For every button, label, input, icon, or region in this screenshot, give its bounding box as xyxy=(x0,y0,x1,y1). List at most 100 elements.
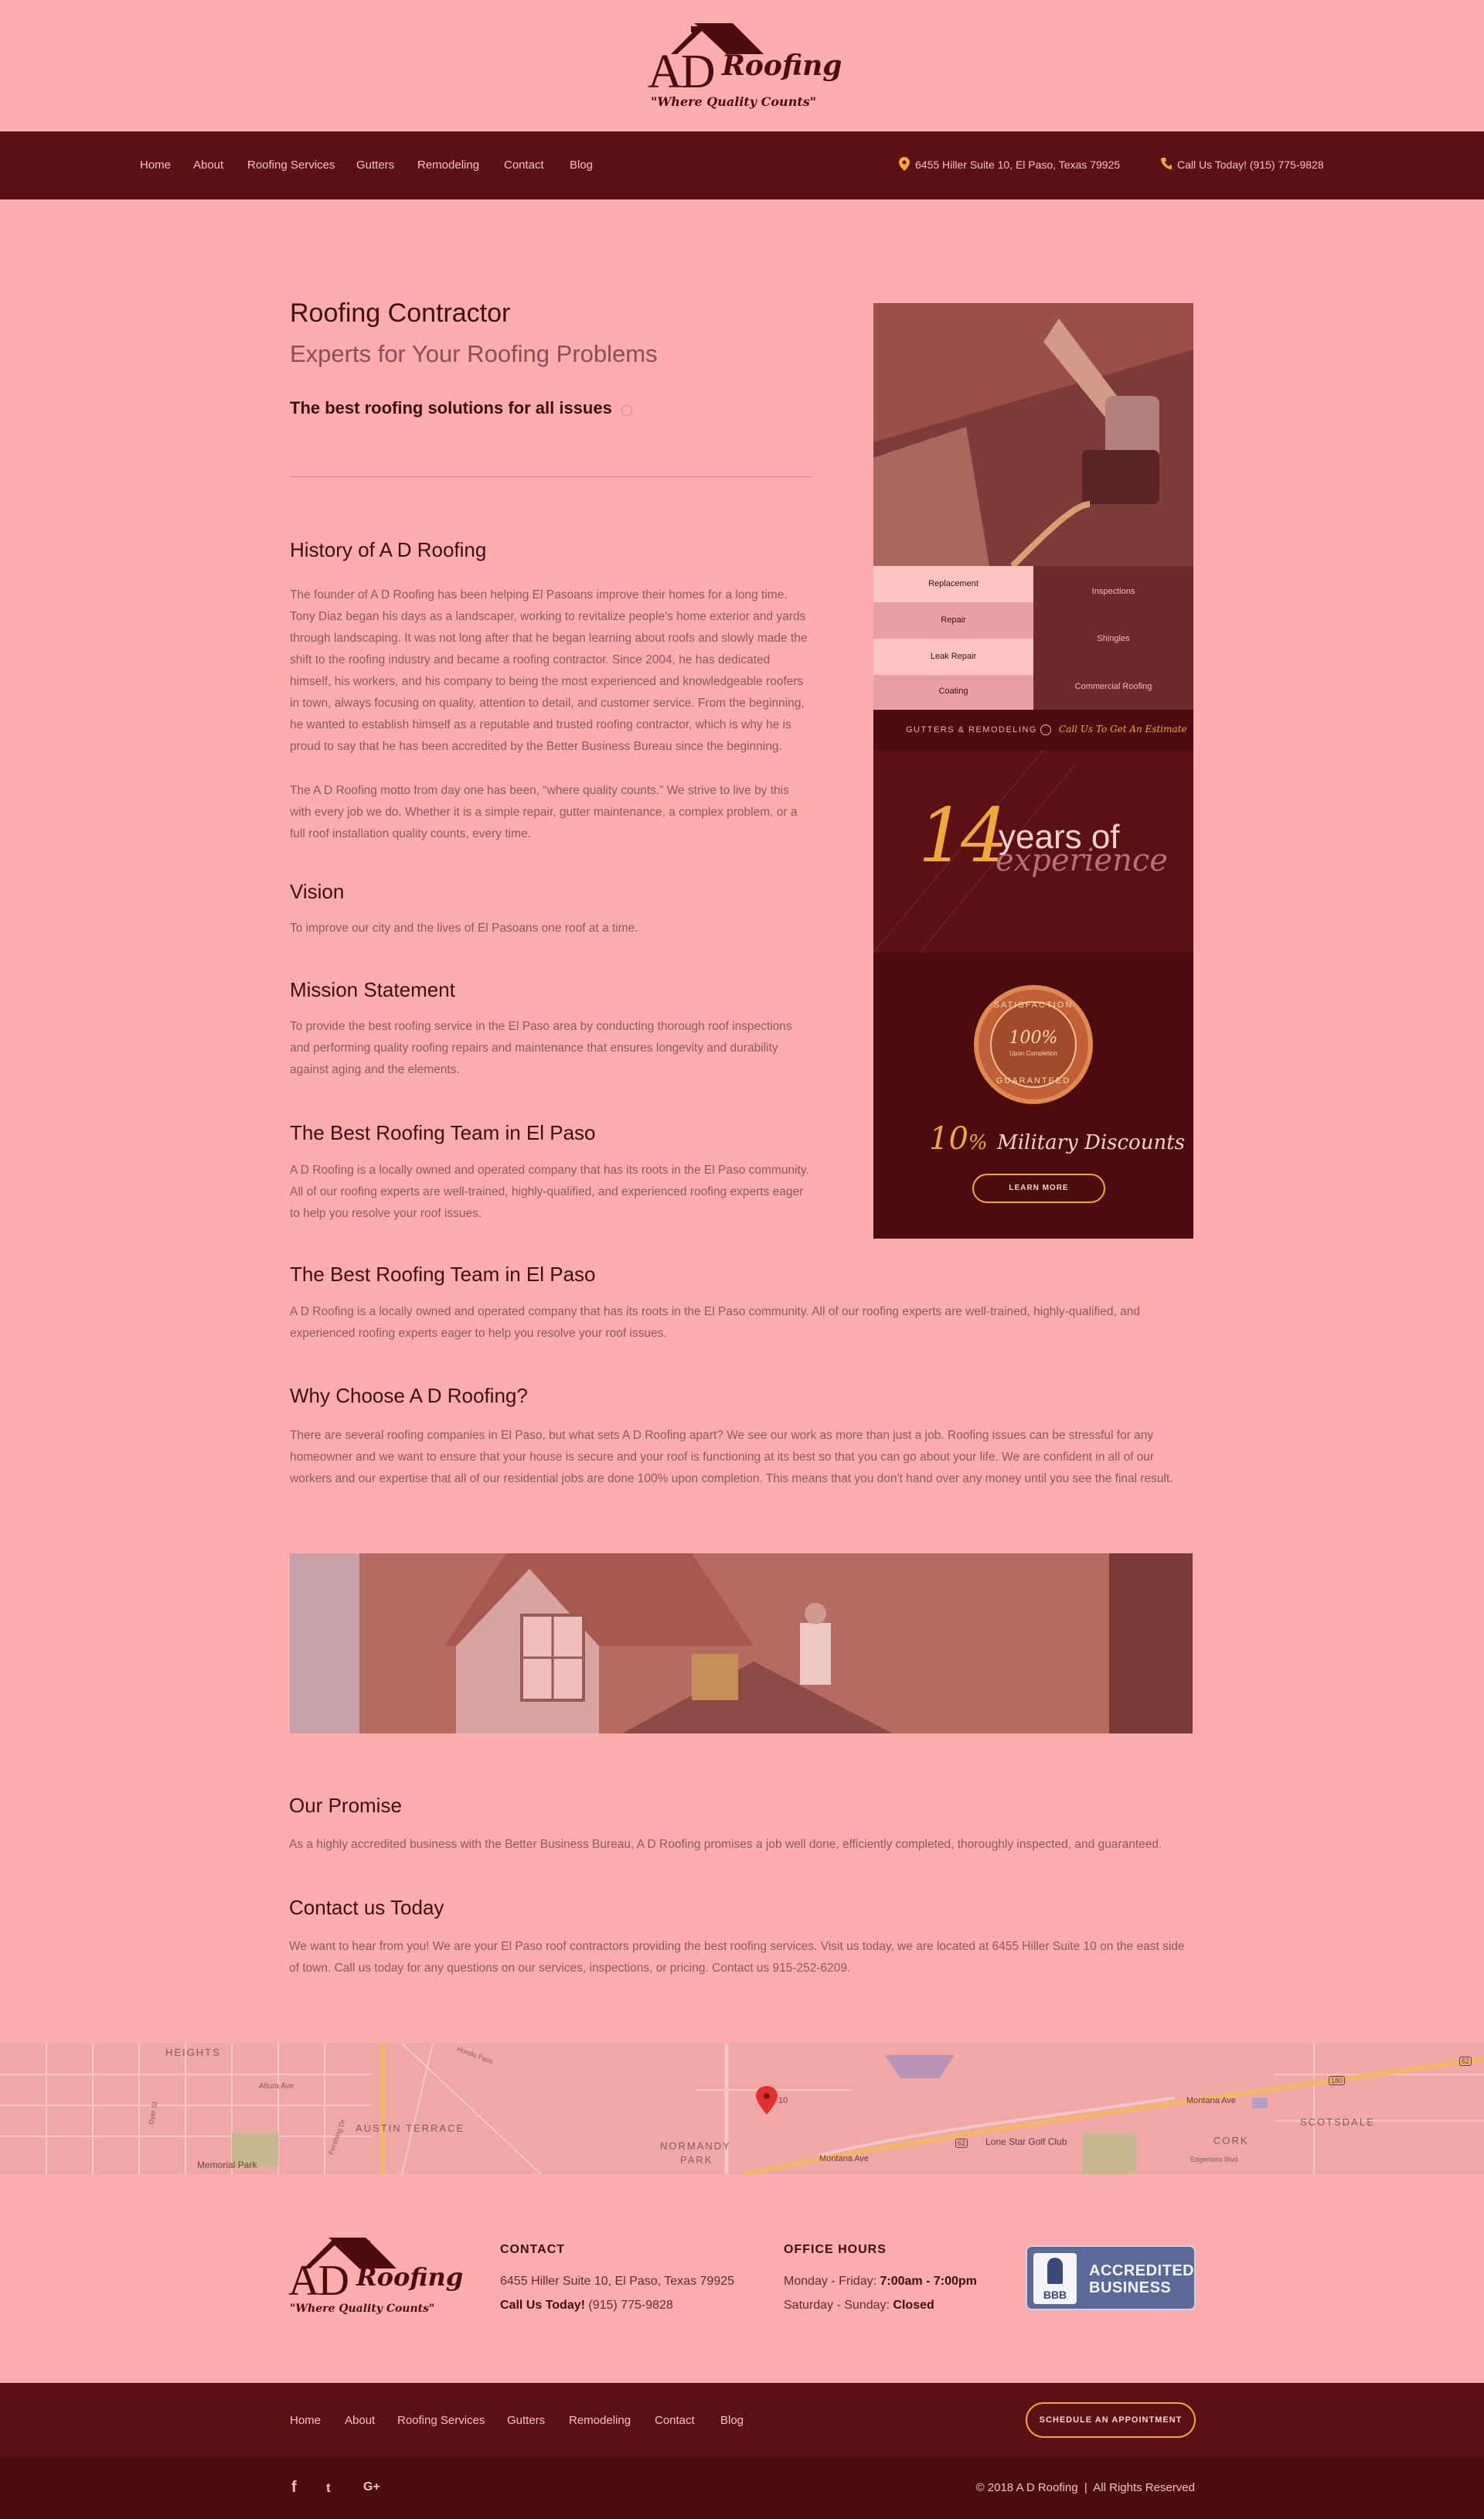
team-paragraph-2: A D Roofing is a locally owned and opera… xyxy=(290,1305,1140,1340)
roofer-nailgun-photo xyxy=(873,303,1193,566)
location-map[interactable]: HEIGHTS Altura Ave AUSTIN TERRACE Memori… xyxy=(0,2043,1484,2174)
seal-bottom-text: GUARANTEED xyxy=(996,1076,1071,1086)
section-heading-contact: Contact us Today xyxy=(289,1896,444,1919)
why-paragraph: There are several roofing companies in E… xyxy=(290,1429,1173,1485)
footer-logo[interactable]: AD Roofing "Where Quality Counts" xyxy=(288,2233,466,2326)
facebook-icon[interactable]: f xyxy=(291,2479,297,2497)
map-label: 62 xyxy=(955,2139,968,2148)
map-label: AUSTIN TERRACE xyxy=(356,2122,465,2134)
map-graphic xyxy=(0,2043,1484,2174)
hours-weekday-value: 7:00am - 7:00pm xyxy=(880,2275,977,2288)
service-repair-label: Repair xyxy=(941,615,966,625)
footer-nav-contact[interactable]: Contact xyxy=(655,2414,695,2427)
footer-contact-heading: CONTACT xyxy=(500,2243,566,2256)
nav-about[interactable]: About xyxy=(193,159,223,172)
footer-nav-blog[interactable]: Blog xyxy=(720,2414,744,2427)
copyright: © 2018 A D Roofing | All Rights Reserved xyxy=(975,2481,1195,2494)
gutters-banner-label: GUTTERS & REMODELING xyxy=(906,725,1037,735)
service-shingles[interactable]: Shingles xyxy=(1033,634,1193,643)
service-commercial-roofing[interactable]: Commercial Roofing xyxy=(1033,682,1193,691)
map-label: Edgemere Blvd xyxy=(1190,2156,1238,2163)
service-leak-repair[interactable]: Leak Repair xyxy=(873,639,1033,675)
footer-nav-roofing-services[interactable]: Roofing Services xyxy=(397,2414,485,2427)
footer-phone-label: Call Us Today! xyxy=(500,2299,585,2312)
hours-weekday-label: Monday - Friday: xyxy=(784,2275,877,2288)
logo-roofing-text: Roofing xyxy=(722,49,842,82)
site-header: AD Roofing "Where Quality Counts" xyxy=(0,0,1484,131)
twitter-icon[interactable]: t xyxy=(326,2480,331,2496)
nav-blog[interactable]: Blog xyxy=(570,159,593,172)
arrow-circle-icon xyxy=(1040,724,1051,735)
logo-tagline: "Where Quality Counts" xyxy=(651,94,817,109)
history-paragraph-2: The A D Roofing motto from day one has b… xyxy=(290,784,798,840)
footer-hours-weekend: Saturday - Sunday: Closed xyxy=(784,2299,934,2313)
bbb-line-2: BUSINESS xyxy=(1089,2279,1172,2296)
footer-address[interactable]: 6455 Hiller Suite 10, El Paso, Texas 799… xyxy=(500,2275,734,2289)
roofers-photo xyxy=(290,1553,1193,1733)
footer-navbar: Home About Roofing Services Gutters Remo… xyxy=(0,2383,1484,2457)
service-leak-repair-label: Leak Repair xyxy=(930,652,977,661)
map-label: Lone Star Golf Club xyxy=(985,2136,1067,2147)
map-label: NORMANDY xyxy=(660,2140,731,2152)
learn-more-button[interactable]: LEARN MORE xyxy=(972,1174,1105,1203)
discount-text: Military Discounts xyxy=(997,1131,1185,1154)
schedule-appointment-button[interactable]: SCHEDULE AN APPOINTMENT xyxy=(1026,2402,1196,2438)
team-paragraph: A D Roofing is a locally owned and opera… xyxy=(290,1164,809,1220)
history-paragraph-1: The founder of A D Roofing has been help… xyxy=(290,588,808,753)
years-script: experience xyxy=(996,843,1168,878)
nav-remodeling[interactable]: Remodeling xyxy=(417,159,479,172)
divider xyxy=(290,476,812,477)
footer-logo-tagline: "Where Quality Counts" xyxy=(290,2303,435,2315)
section-heading-history: History of A D Roofing xyxy=(290,538,487,561)
discount-symbol: % xyxy=(968,1131,988,1154)
promise-paragraph: As a highly accredited business with the… xyxy=(289,1838,1162,1851)
footer-nav-remodeling[interactable]: Remodeling xyxy=(569,2414,631,2427)
seal-percent: 100% xyxy=(1009,1028,1058,1048)
section-heading-mission: Mission Statement xyxy=(290,978,455,1001)
seal-mid-text: Upon Completion xyxy=(1009,1050,1057,1057)
footer-hours-weekday: Monday - Friday: 7:00am - 7:00pm xyxy=(784,2275,977,2289)
map-label: Altura Ave xyxy=(259,2082,294,2091)
phone-icon xyxy=(1161,158,1172,169)
footer-nav-home[interactable]: Home xyxy=(290,2414,321,2427)
service-repair[interactable]: Repair xyxy=(873,602,1033,639)
satisfaction-seal: SATISFACTION 100% Upon Completion GUARAN… xyxy=(974,985,1093,1104)
footer-nav-about[interactable]: About xyxy=(345,2414,375,2427)
map-label: 62 xyxy=(1459,2057,1472,2066)
nav-home[interactable]: Home xyxy=(140,159,171,172)
footer-phone[interactable]: Call Us Today! (915) 775-9828 xyxy=(500,2299,673,2313)
gutters-banner[interactable]: GUTTERS & REMODELING Call Us To Get An E… xyxy=(873,710,1193,750)
service-replacement[interactable]: Replacement xyxy=(873,566,1033,602)
google-plus-icon[interactable]: G+ xyxy=(363,2480,380,2494)
mission-paragraph: To provide the best roofing service in t… xyxy=(290,1020,792,1076)
hours-weekend-label: Saturday - Sunday: xyxy=(784,2299,890,2312)
map-label: 10 xyxy=(778,2096,788,2105)
nav-gutters[interactable]: Gutters xyxy=(356,159,394,172)
service-replacement-label: Replacement xyxy=(928,579,979,588)
service-inspections[interactable]: Inspections xyxy=(1033,587,1193,596)
footer-nav-gutters[interactable]: Gutters xyxy=(507,2414,545,2427)
footer-hours-heading: OFFICE HOURS xyxy=(784,2243,887,2256)
footer-bottom-bar: f t G+ © 2018 A D Roofing | All Rights R… xyxy=(0,2457,1484,2519)
site-logo[interactable]: AD Roofing "Where Quality Counts" xyxy=(648,17,842,118)
bbb-accredited-badge[interactable]: BBB ACCREDITED BUSINESS xyxy=(1026,2245,1196,2310)
years-experience-panel: 14 years of experience xyxy=(873,750,1193,953)
section-heading-team: The Best Roofing Team in El Paso xyxy=(290,1121,596,1144)
service-coating[interactable]: Coating xyxy=(873,675,1033,710)
intro-tagline: The best roofing solutions for all issue… xyxy=(290,398,633,418)
info-circle-icon xyxy=(621,404,633,416)
intro-tagline-text: The best roofing solutions for all issue… xyxy=(290,398,612,418)
footer-phone-number: (915) 775-9828 xyxy=(588,2299,673,2312)
nav-roofing-services[interactable]: Roofing Services xyxy=(247,159,335,172)
map-label: Montana Ave xyxy=(1186,2096,1237,2105)
logo-ad-text: AD xyxy=(648,46,716,98)
map-label: 180 xyxy=(1329,2076,1346,2085)
service-coating-label: Coating xyxy=(938,687,968,696)
nav-phone[interactable]: Call Us Today! (915) 775-9828 xyxy=(1177,159,1324,171)
map-label: SCOTSDALE xyxy=(1300,2116,1375,2128)
nav-address[interactable]: 6455 Hiller Suite 10, El Paso, Texas 799… xyxy=(915,159,1120,171)
section-heading-vision: Vision xyxy=(290,880,345,903)
map-pin-icon xyxy=(899,157,910,171)
map-label: PARK xyxy=(680,2154,713,2166)
nav-contact[interactable]: Contact xyxy=(504,159,544,172)
